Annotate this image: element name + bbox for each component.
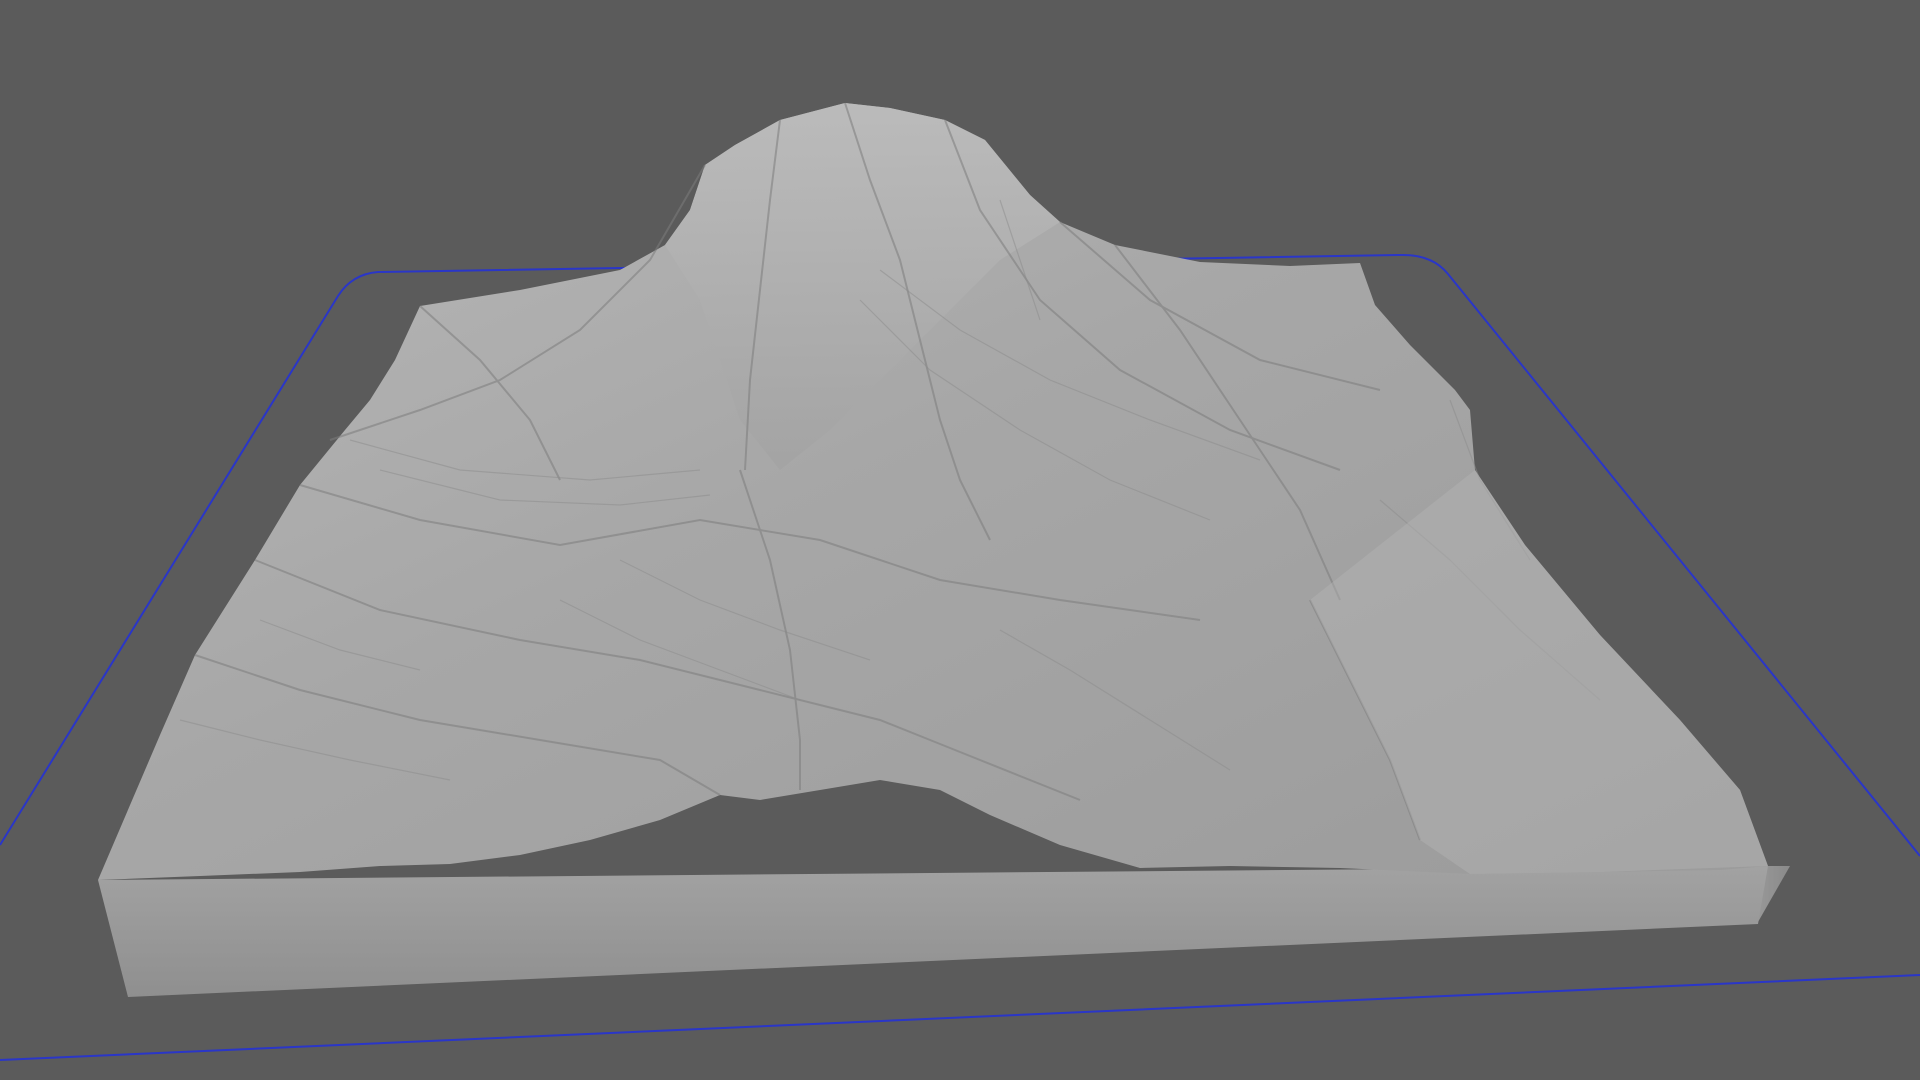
model-base-front-face bbox=[98, 866, 1768, 997]
3d-viewport[interactable] bbox=[0, 0, 1920, 1080]
